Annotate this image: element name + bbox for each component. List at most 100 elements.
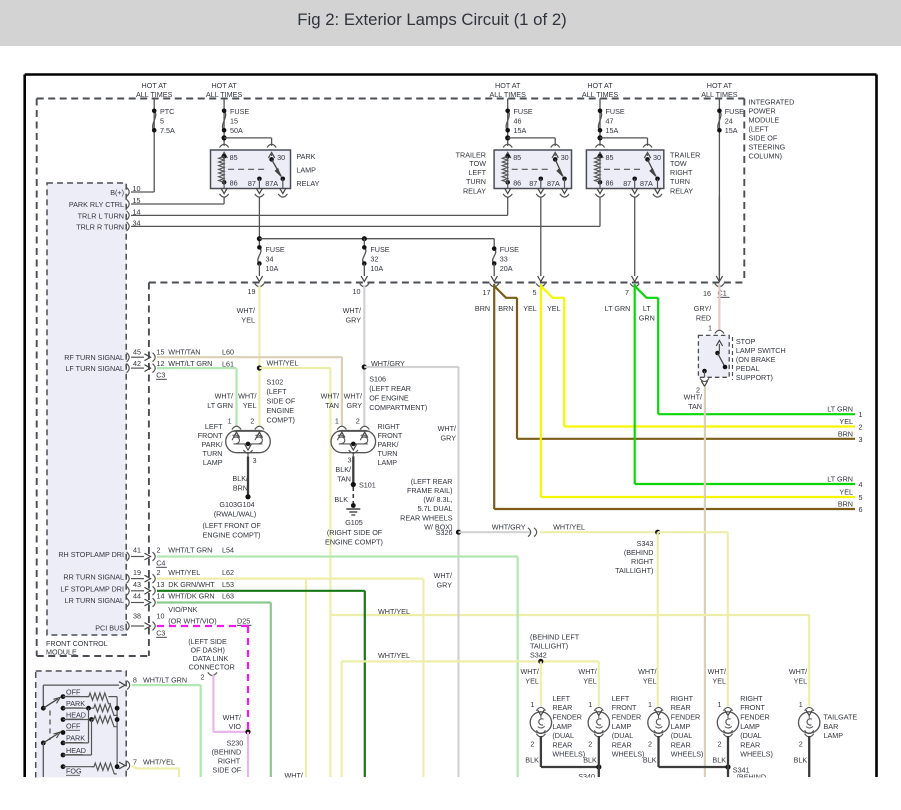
- svg-text:HOT AT: HOT AT: [211, 81, 237, 90]
- svg-text:12: 12: [157, 359, 165, 368]
- svg-text:2: 2: [250, 417, 254, 426]
- svg-text:FRONT: FRONT: [612, 703, 637, 712]
- svg-text:TAN: TAN: [337, 475, 351, 484]
- svg-text:LT GRN: LT GRN: [827, 405, 853, 414]
- svg-text:B(+): B(+): [110, 188, 124, 197]
- svg-text:BLK: BLK: [583, 755, 597, 764]
- svg-text:7: 7: [133, 758, 137, 767]
- svg-text:15A: 15A: [514, 126, 527, 135]
- svg-text:1: 1: [588, 700, 592, 709]
- svg-text:VIO: VIO: [229, 722, 242, 731]
- svg-text:14: 14: [157, 592, 165, 601]
- svg-text:WHEELS): WHEELS): [740, 750, 773, 759]
- svg-text:RELAY: RELAY: [463, 186, 486, 195]
- svg-text:10A: 10A: [370, 264, 383, 273]
- svg-text:LAMP SWITCH: LAMP SWITCH: [736, 346, 786, 355]
- svg-text:L53: L53: [222, 580, 234, 589]
- svg-text:46: 46: [514, 117, 522, 126]
- svg-text:BLK: BLK: [334, 495, 348, 504]
- svg-text:TAILGATE: TAILGATE: [824, 713, 858, 722]
- svg-text:BAR: BAR: [824, 722, 839, 731]
- svg-text:OF ENGINE: OF ENGINE: [369, 394, 409, 403]
- svg-text:WHT/GRY: WHT/GRY: [371, 359, 405, 368]
- svg-text:8: 8: [133, 676, 137, 685]
- svg-text:YEL: YEL: [241, 316, 255, 325]
- svg-text:FUSE: FUSE: [725, 107, 744, 116]
- svg-text:LF TURN SIGNAL: LF TURN SIGNAL: [65, 364, 124, 373]
- svg-text:13: 13: [157, 580, 165, 589]
- svg-text:FRONT: FRONT: [378, 431, 403, 440]
- svg-text:(BEHIND LEFT: (BEHIND LEFT: [530, 633, 580, 642]
- svg-text:3: 3: [253, 456, 257, 465]
- svg-text:2: 2: [157, 546, 161, 555]
- svg-text:ALL TIMES: ALL TIMES: [701, 90, 738, 99]
- svg-text:FUSE: FUSE: [606, 107, 625, 116]
- svg-text:86: 86: [230, 179, 238, 188]
- svg-text:30: 30: [653, 153, 661, 162]
- svg-text:33: 33: [500, 255, 508, 264]
- svg-text:BRN: BRN: [475, 304, 490, 313]
- svg-text:RIGHT: RIGHT: [740, 694, 763, 703]
- svg-text:S342: S342: [530, 651, 547, 660]
- svg-text:FENDER: FENDER: [740, 713, 770, 722]
- svg-text:BRN: BRN: [838, 500, 853, 509]
- svg-text:32: 32: [370, 255, 378, 264]
- svg-text:BRN: BRN: [498, 304, 513, 313]
- svg-text:RELAY: RELAY: [296, 179, 319, 188]
- svg-text:RIGHT: RIGHT: [671, 694, 694, 703]
- svg-text:ALL TIMES: ALL TIMES: [206, 90, 243, 99]
- svg-text:38: 38: [133, 612, 141, 621]
- svg-text:6: 6: [859, 505, 863, 514]
- svg-text:CONNECTOR: CONNECTOR: [189, 663, 235, 672]
- svg-text:PARK: PARK: [66, 734, 85, 743]
- svg-text:GRY: GRY: [437, 581, 453, 590]
- svg-text:ENGINE COMPT): ENGINE COMPT): [203, 531, 261, 540]
- svg-text:87: 87: [529, 179, 537, 188]
- svg-text:BLK: BLK: [525, 755, 539, 764]
- svg-text:WHT/: WHT/: [789, 667, 807, 676]
- svg-text:L60: L60: [222, 348, 234, 357]
- svg-text:WHT/TAN: WHT/TAN: [168, 348, 200, 357]
- svg-text:LAMP: LAMP: [296, 166, 316, 175]
- svg-text:RF TURN SIGNAL: RF TURN SIGNAL: [64, 353, 124, 362]
- svg-text:41: 41: [133, 546, 141, 555]
- svg-text:50A: 50A: [230, 126, 243, 135]
- svg-text:REAR WHEELS: REAR WHEELS: [400, 514, 453, 523]
- svg-text:BRN: BRN: [233, 484, 248, 493]
- svg-text:YEL: YEL: [839, 417, 853, 426]
- svg-text:BLK/: BLK/: [335, 465, 351, 474]
- svg-text:GRY/: GRY/: [694, 304, 711, 313]
- svg-text:BLK: BLK: [712, 755, 726, 764]
- svg-text:YEL: YEL: [525, 677, 539, 686]
- svg-text:TRLR L TURN: TRLR L TURN: [78, 212, 124, 221]
- svg-text:43: 43: [133, 580, 141, 589]
- svg-text:2: 2: [201, 673, 205, 682]
- svg-text:15: 15: [230, 117, 238, 126]
- svg-text:2: 2: [718, 740, 722, 749]
- svg-text:34: 34: [266, 255, 274, 264]
- svg-text:FENDER: FENDER: [552, 713, 582, 722]
- svg-text:30: 30: [277, 153, 285, 162]
- svg-text:1: 1: [335, 417, 339, 426]
- svg-text:(DUAL: (DUAL: [552, 731, 574, 740]
- svg-text:7: 7: [625, 288, 629, 297]
- svg-text:2: 2: [799, 740, 803, 749]
- svg-text:TOW: TOW: [670, 159, 687, 168]
- svg-text:2: 2: [859, 423, 863, 432]
- svg-text:(RWAL/WAL): (RWAL/WAL): [214, 510, 256, 519]
- svg-text:YEL: YEL: [243, 401, 257, 410]
- svg-text:WHT/: WHT/: [343, 306, 361, 315]
- svg-text:PARK: PARK: [66, 699, 85, 708]
- svg-text:BLK: BLK: [794, 755, 808, 764]
- svg-text:20A: 20A: [500, 264, 513, 273]
- svg-text:ALL TIMES: ALL TIMES: [582, 90, 619, 99]
- svg-text:C3: C3: [156, 371, 165, 380]
- svg-text:44: 44: [133, 592, 141, 601]
- svg-text:1: 1: [799, 700, 803, 709]
- svg-text:15: 15: [157, 348, 165, 357]
- svg-text:(DUAL: (DUAL: [612, 731, 634, 740]
- svg-text:WHT/YEL: WHT/YEL: [168, 568, 200, 577]
- svg-text:S102: S102: [267, 378, 284, 387]
- svg-text:G103G104: G103G104: [219, 500, 254, 509]
- svg-text:LAMP: LAMP: [203, 458, 223, 467]
